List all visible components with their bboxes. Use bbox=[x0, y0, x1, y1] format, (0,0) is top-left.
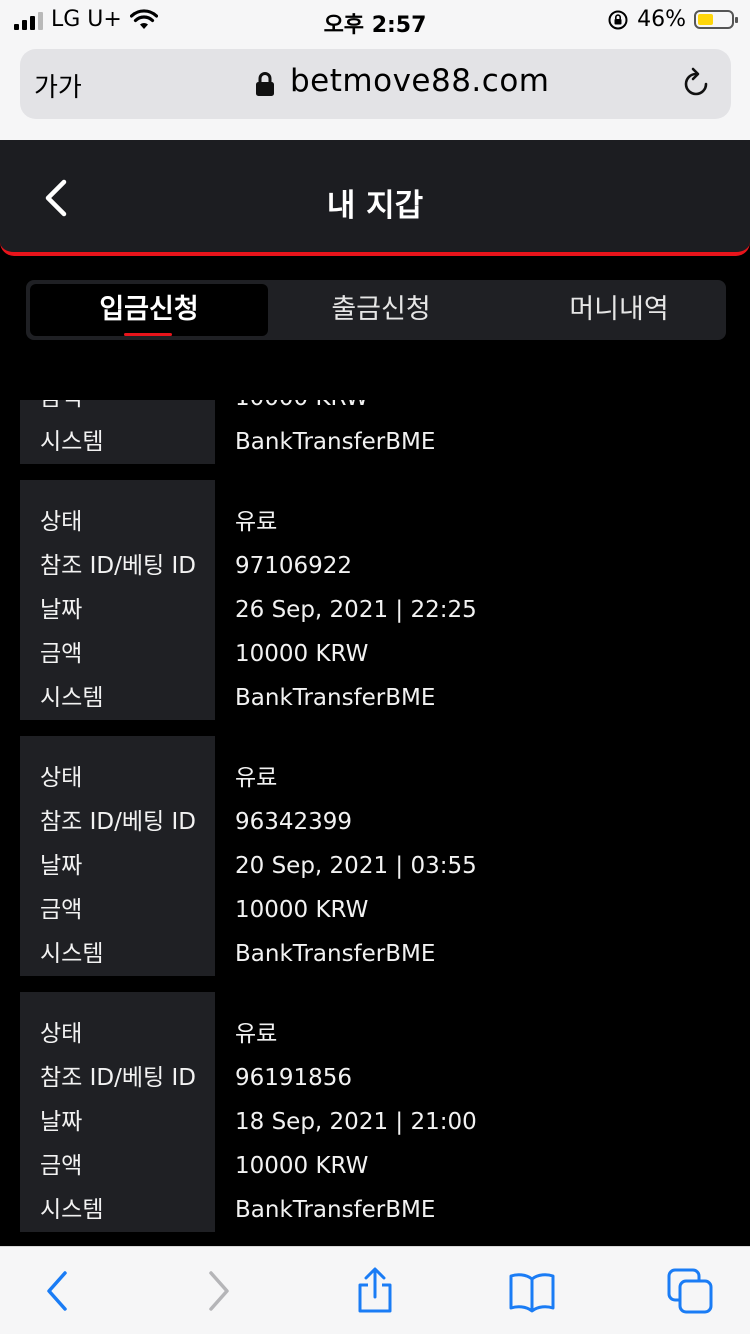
system-label: 시스템 bbox=[40, 1197, 104, 1223]
wallet-header: 내 지갑 bbox=[0, 140, 750, 256]
ref-id-value: 97106922 bbox=[235, 553, 353, 579]
system-value: BankTransferBME bbox=[235, 429, 436, 455]
tab-deposit-request[interactable]: 입금신청 bbox=[30, 284, 268, 336]
status-label: 상태 bbox=[40, 1021, 83, 1047]
amount-label: 금액 bbox=[40, 1153, 83, 1179]
orientation-lock-icon bbox=[608, 10, 628, 29]
tab-money-history[interactable]: 머니내역 bbox=[500, 284, 738, 336]
status-label: 상태 bbox=[40, 765, 83, 791]
date-label: 날짜 bbox=[40, 1109, 83, 1135]
ref-id-label: 참조 ID/베팅 ID bbox=[40, 553, 196, 579]
date-label: 날짜 bbox=[40, 597, 83, 623]
wallet-tabs: 입금신청 출금신청 머니내역 bbox=[26, 280, 726, 340]
back-icon[interactable] bbox=[34, 1267, 82, 1315]
amount-label: 금액 bbox=[40, 897, 83, 923]
active-tab-indicator bbox=[124, 333, 172, 336]
address-bar[interactable]: 가가 betmove88.com bbox=[20, 49, 731, 119]
tab-withdraw-request[interactable]: 출금신청 bbox=[262, 284, 500, 336]
system-label: 시스템 bbox=[40, 429, 104, 455]
amount-value: 10000 KRW bbox=[235, 1153, 369, 1179]
battery-icon bbox=[694, 10, 738, 29]
share-icon[interactable] bbox=[351, 1267, 399, 1315]
records-list-viewport[interactable]: 상태 참조 ID/베팅 ID 날짜 금액 10000 KRW 시스템 BankT… bbox=[0, 400, 750, 1246]
amount-label: 금액 bbox=[40, 641, 83, 667]
text-size-button[interactable]: 가가 bbox=[34, 67, 82, 104]
list-item: 상태 유료 참조 ID/베팅 ID 97106922 날짜 26 Sep, 20… bbox=[20, 480, 730, 720]
battery-percent: 46% bbox=[637, 7, 686, 32]
ref-id-value: 96342399 bbox=[235, 809, 353, 835]
date-value: 18 Sep, 2021 | 21:00 bbox=[235, 1109, 477, 1135]
amount-value: 10000 KRW bbox=[235, 897, 369, 923]
records-list: 상태 참조 ID/베팅 ID 날짜 금액 10000 KRW 시스템 BankT… bbox=[20, 400, 730, 1246]
lock-icon bbox=[256, 72, 274, 96]
system-label: 시스템 bbox=[40, 685, 104, 711]
browser-top-bar: LG U+ 오후 2:57 46% 가가 betmove88.com bbox=[0, 0, 750, 140]
browser-toolbar bbox=[0, 1246, 750, 1334]
system-value: BankTransferBME bbox=[235, 1197, 436, 1223]
date-value: 26 Sep, 2021 | 22:25 bbox=[235, 597, 477, 623]
system-label: 시스템 bbox=[40, 941, 104, 967]
ref-id-label: 참조 ID/베팅 ID bbox=[40, 809, 196, 835]
system-value: BankTransferBME bbox=[235, 941, 436, 967]
date-value: 20 Sep, 2021 | 03:55 bbox=[235, 853, 477, 879]
system-value: BankTransferBME bbox=[235, 685, 436, 711]
ref-id-value: 96191856 bbox=[235, 1065, 353, 1091]
amount-label: 금액 bbox=[40, 400, 82, 420]
status-value: 유료 bbox=[235, 1021, 278, 1047]
status-bar: LG U+ 오후 2:57 46% bbox=[0, 0, 750, 40]
list-item: 상태 유료 참조 ID/베팅 ID 96191856 날짜 18 Sep, 20… bbox=[20, 992, 730, 1232]
battery-level bbox=[698, 14, 713, 25]
page-title: 내 지갑 bbox=[326, 188, 424, 224]
bookmarks-icon[interactable] bbox=[508, 1267, 556, 1315]
list-item: 상태 참조 ID/베팅 ID 날짜 금액 10000 KRW 시스템 BankT… bbox=[20, 400, 730, 464]
status-label: 상태 bbox=[40, 509, 83, 535]
url-text[interactable]: betmove88.com bbox=[290, 63, 550, 99]
amount-value: 10000 KRW bbox=[235, 641, 369, 667]
reload-icon[interactable] bbox=[679, 67, 713, 101]
ref-id-label: 참조 ID/베팅 ID bbox=[40, 1065, 196, 1091]
list-item: 상태 유료 참조 ID/베팅 ID 96342399 날짜 20 Sep, 20… bbox=[20, 736, 730, 976]
status-value: 유료 bbox=[235, 509, 278, 535]
date-label: 날짜 bbox=[40, 853, 83, 879]
tabs-icon[interactable] bbox=[666, 1267, 714, 1315]
amount-value: 10000 KRW bbox=[235, 400, 368, 420]
forward-icon[interactable] bbox=[194, 1267, 242, 1315]
status-value: 유료 bbox=[235, 765, 278, 791]
